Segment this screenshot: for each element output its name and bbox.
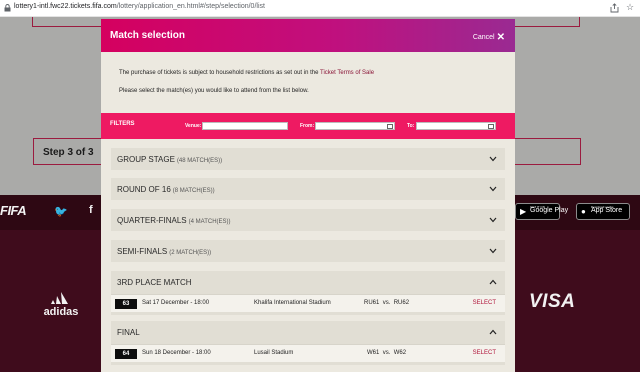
match-teams: W61 vs. W62 bbox=[367, 350, 407, 356]
venue-label: Venue: bbox=[185, 123, 202, 129]
adidas-logo: adidas bbox=[40, 291, 82, 318]
fifa-logo: FIFA bbox=[0, 203, 27, 218]
match-selection-modal: Match selection Cancel ✕ The purchase of … bbox=[101, 19, 515, 372]
adidas-stripes-icon bbox=[51, 292, 68, 304]
section-semi-finals[interactable]: SEMI-FINALS (2 MATCH(ES)) bbox=[111, 240, 505, 262]
calendar-icon[interactable] bbox=[488, 124, 494, 129]
match-number: 64 bbox=[115, 349, 137, 359]
close-icon: ✕ bbox=[496, 32, 505, 43]
intro-line-1: The purchase of tickets is subject to ho… bbox=[119, 70, 375, 76]
facebook-icon[interactable]: f bbox=[89, 204, 93, 216]
match-datetime: Sun 18 December - 18:00 bbox=[142, 350, 211, 356]
share-icon[interactable] bbox=[610, 3, 619, 13]
from-date-input[interactable] bbox=[315, 122, 395, 130]
chevron-down-icon bbox=[489, 248, 497, 254]
filters-title: FILTERS bbox=[110, 121, 135, 127]
match-teams: RU61 vs. RU62 bbox=[364, 300, 410, 306]
venue-input[interactable] bbox=[202, 122, 288, 130]
filters-bar: FILTERS Venue: From: To: bbox=[101, 113, 515, 139]
modal-header: Match selection Cancel ✕ bbox=[101, 19, 515, 52]
chevron-up-icon bbox=[489, 329, 497, 335]
section-title: GROUP STAGE (48 MATCH(ES)) bbox=[117, 155, 223, 164]
select-match-button[interactable]: SELECT bbox=[473, 350, 496, 356]
match-row[interactable]: 63 Sat 17 December - 18:00 Khalifa Inter… bbox=[111, 294, 505, 312]
google-play-badge[interactable]: ▶ GET IT ON Google Play bbox=[515, 203, 568, 220]
cancel-label: Cancel bbox=[472, 34, 495, 41]
url-text[interactable]: lottery1-intl.fwc22.tickets.fifa.com/lot… bbox=[14, 3, 265, 10]
match-venue: Khalifa International Stadium bbox=[254, 300, 331, 306]
section-title: FINAL bbox=[117, 328, 140, 337]
bookmark-star-icon[interactable]: ☆ bbox=[626, 2, 634, 12]
google-play-icon: ▶ bbox=[520, 207, 527, 216]
match-number: 63 bbox=[115, 299, 137, 309]
section-title: 3RD PLACE MATCH bbox=[117, 278, 192, 287]
match-venue: Lusail Stadium bbox=[254, 350, 294, 356]
select-match-button[interactable]: SELECT bbox=[473, 300, 496, 306]
chevron-down-icon bbox=[489, 156, 497, 162]
section-title: QUARTER-FINALS (4 MATCH(ES)) bbox=[117, 216, 231, 225]
lock-icon bbox=[4, 4, 11, 12]
section-3rd-place-match[interactable]: 3RD PLACE MATCH 63 Sat 17 December - 18:… bbox=[111, 271, 505, 315]
app-store-badge[interactable]: ● Download on the App Store bbox=[576, 203, 630, 220]
browser-address-bar[interactable]: lottery1-intl.fwc22.tickets.fifa.com/lot… bbox=[0, 0, 640, 17]
match-datetime: Sat 17 December - 18:00 bbox=[142, 300, 210, 306]
intro-line-2: Please select the match(es) you would li… bbox=[119, 88, 309, 94]
section-title: SEMI-FINALS (2 MATCH(ES)) bbox=[117, 247, 212, 256]
chevron-down-icon bbox=[489, 217, 497, 223]
visa-logo: VISA bbox=[529, 291, 576, 312]
to-label: To: bbox=[407, 123, 415, 129]
ticket-terms-link[interactable]: Ticket Terms of Sale bbox=[320, 70, 374, 76]
twitter-icon[interactable]: 🐦 bbox=[54, 205, 68, 218]
match-row[interactable]: 64 Sun 18 December - 18:00 Lusail Stadiu… bbox=[111, 344, 505, 362]
section-final[interactable]: FINAL 64 Sun 18 December - 18:00 Lusail … bbox=[111, 321, 505, 365]
modal-title: Match selection bbox=[110, 30, 186, 41]
section-round-of-16[interactable]: ROUND OF 16 (8 MATCH(ES)) bbox=[111, 178, 505, 200]
cancel-button[interactable]: Cancel ✕ bbox=[472, 31, 505, 43]
chevron-up-icon bbox=[489, 279, 497, 285]
to-date-input[interactable] bbox=[416, 122, 496, 130]
apple-icon: ● bbox=[581, 207, 586, 216]
intro-text: The purchase of tickets is subject to ho… bbox=[119, 69, 499, 95]
calendar-icon[interactable] bbox=[387, 124, 393, 129]
from-label: From: bbox=[300, 123, 315, 129]
chevron-down-icon bbox=[489, 186, 497, 192]
section-group-stage[interactable]: GROUP STAGE (48 MATCH(ES)) bbox=[111, 148, 505, 170]
section-title: ROUND OF 16 (8 MATCH(ES)) bbox=[117, 185, 215, 194]
section-quarter-finals[interactable]: QUARTER-FINALS (4 MATCH(ES)) bbox=[111, 209, 505, 231]
step-label: Step 3 of 3 bbox=[43, 147, 94, 158]
